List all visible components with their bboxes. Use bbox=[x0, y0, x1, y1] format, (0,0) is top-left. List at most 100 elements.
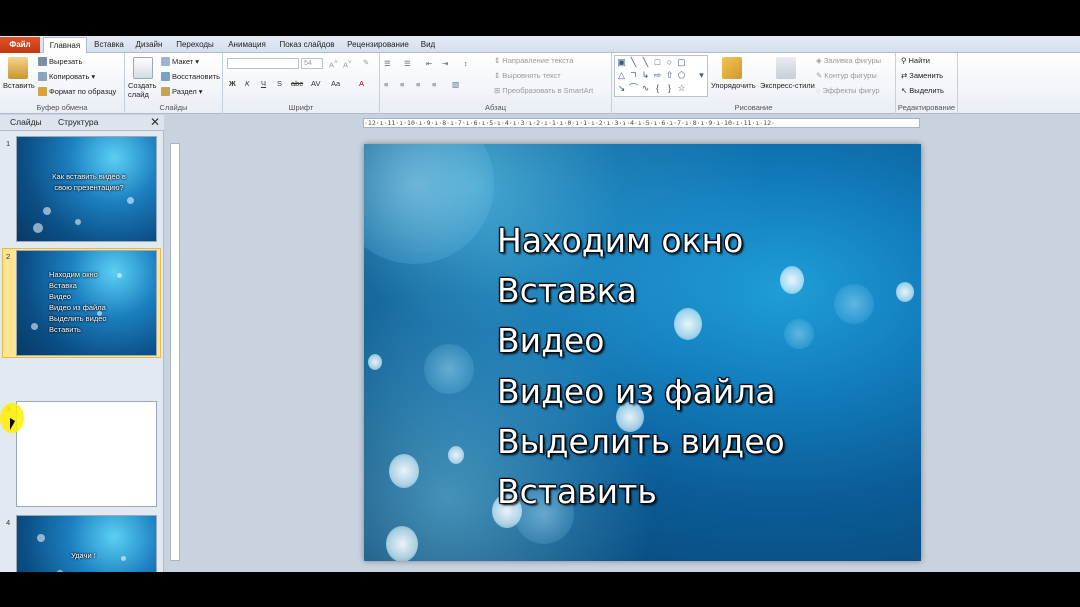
line-spacing-icon[interactable]: ↕ bbox=[464, 59, 468, 68]
smartart-icon: ⊞ bbox=[494, 86, 501, 95]
elbow-arrow-shape-icon[interactable]: ↳ bbox=[641, 71, 650, 80]
increase-indent-icon[interactable]: ⇥ bbox=[442, 59, 448, 68]
bullets-icon[interactable]: ☰ bbox=[384, 59, 391, 68]
star-shape-icon[interactable]: ☆ bbox=[677, 84, 686, 93]
format-painter-button[interactable]: Формат по образцу bbox=[38, 87, 116, 96]
slide-thumbnail-1[interactable]: Как вставить видео в свою презентацию? bbox=[16, 136, 157, 242]
arrow-line-shape-icon[interactable]: ╲ bbox=[641, 58, 650, 67]
right-brace-shape-icon[interactable]: } bbox=[665, 84, 674, 93]
smartart-button[interactable]: ⊞ Преобразовать в SmartArt bbox=[494, 86, 593, 95]
thumb-line: Находим окно bbox=[49, 270, 98, 279]
text-direction-label: Направление текста bbox=[502, 56, 574, 65]
shape-outline-button[interactable]: ✎ Контур фигуры bbox=[816, 71, 877, 80]
section-button[interactable]: Раздел ▾ bbox=[161, 87, 203, 96]
new-slide-button[interactable]: Создать слайд bbox=[128, 81, 160, 99]
vertical-ruler[interactable] bbox=[170, 143, 180, 561]
copy-button[interactable]: Копировать ▾ bbox=[38, 72, 95, 81]
underline-button[interactable]: Ч bbox=[261, 79, 266, 88]
chevron-down-icon: ▾ bbox=[198, 87, 203, 96]
tab-design[interactable]: Дизайн bbox=[132, 37, 166, 53]
numbering-icon[interactable]: ☰ bbox=[404, 59, 411, 68]
arc-shape-icon[interactable]: ⌒ bbox=[629, 84, 638, 93]
shapes-gallery[interactable]: ▣ ╲ ╲ □ ○ ▢ △ ㄱ ↳ ⇨ ⇧ ⬠ ↘ ⌒ ∿ { } ☆ ▾ bbox=[614, 55, 708, 97]
chevron-down-icon: ▾ bbox=[195, 57, 199, 66]
decrease-indent-icon[interactable]: ⇤ bbox=[426, 59, 432, 68]
arrange-icon bbox=[722, 57, 742, 79]
columns-icon[interactable]: ▥ bbox=[452, 80, 459, 89]
arrange-button[interactable]: Упорядочить bbox=[711, 81, 756, 90]
thumb-1-text: Как вставить видео в свою презентацию? bbox=[39, 171, 139, 193]
slide-text-line: Видео из файла bbox=[497, 371, 776, 411]
horizontal-ruler[interactable]: ·12·ı·11·ı·10·ı·9·ı·8·ı·7·ı·6·ı·5·ı·4·ı·… bbox=[363, 118, 920, 128]
shape-fill-button[interactable]: ◈ Заливка фигуры bbox=[816, 56, 881, 65]
bokeh-circle bbox=[424, 344, 474, 394]
up-arrow-shape-icon[interactable]: ⇧ bbox=[665, 71, 674, 80]
textbox-shape-icon[interactable]: ▣ bbox=[617, 58, 626, 67]
quick-styles-button[interactable]: Экспресс-стили bbox=[760, 81, 815, 90]
paste-button[interactable]: Вставить bbox=[3, 81, 35, 90]
line-shape-icon[interactable]: ╲ bbox=[629, 58, 638, 67]
text-direction-icon: ⇕ bbox=[494, 56, 501, 65]
shape-effects-button[interactable]: ◌ Эффекты фигур bbox=[816, 86, 880, 95]
curve-shape-icon[interactable]: ↘ bbox=[617, 84, 626, 93]
font-color-button[interactable]: A bbox=[359, 79, 364, 88]
select-button[interactable]: ↖ Выделить bbox=[901, 86, 944, 95]
pentagon-shape-icon[interactable]: ⬠ bbox=[677, 71, 686, 80]
align-text-button[interactable]: ⇕ Выровнять текст bbox=[494, 71, 561, 80]
more-shapes-icon[interactable]: ▾ bbox=[697, 71, 706, 80]
tab-view[interactable]: Вид bbox=[416, 37, 440, 53]
spacing-button[interactable]: AV bbox=[311, 79, 320, 88]
change-case-button[interactable]: Aa bbox=[331, 79, 340, 88]
clear-format-icon[interactable]: ✎ bbox=[363, 58, 369, 67]
align-center-icon[interactable]: ≡ bbox=[400, 80, 404, 89]
clipboard-group: Вставить Вырезать Копировать ▾ Формат по … bbox=[0, 53, 125, 114]
layout-button[interactable]: Макет ▾ bbox=[161, 57, 199, 66]
bokeh-dot bbox=[97, 311, 102, 316]
font-size-box[interactable]: 54 bbox=[301, 58, 323, 69]
close-icon[interactable]: ✕ bbox=[150, 115, 160, 129]
oval-shape-icon[interactable]: ○ bbox=[665, 58, 674, 67]
slide-canvas[interactable]: Находим окно Вставка Видео Видео из файл… bbox=[364, 144, 921, 561]
tab-file[interactable]: Файл bbox=[0, 37, 40, 53]
font-name-box[interactable] bbox=[227, 58, 299, 69]
find-button[interactable]: ⚲ Найти bbox=[901, 56, 930, 65]
tab-insert[interactable]: Вставка bbox=[92, 37, 126, 53]
bold-button[interactable]: Ж bbox=[229, 79, 236, 88]
slide-text-line: Видео bbox=[497, 321, 605, 361]
freeform-shape-icon[interactable]: ∿ bbox=[641, 84, 650, 93]
italic-button[interactable]: К bbox=[245, 79, 249, 88]
bokeh-circle bbox=[834, 284, 874, 324]
shrink-font-button[interactable]: A˅ bbox=[343, 59, 352, 70]
left-brace-shape-icon[interactable]: { bbox=[653, 84, 662, 93]
elbow-shape-icon[interactable]: ㄱ bbox=[629, 71, 638, 80]
replace-button[interactable]: ⇄ Заменить bbox=[901, 71, 943, 80]
drawing-group: ▣ ╲ ╲ □ ○ ▢ △ ㄱ ↳ ⇨ ⇧ ⬠ ↘ ⌒ ∿ { } ☆ ▾ Уп… bbox=[612, 53, 896, 114]
triangle-shape-icon[interactable]: △ bbox=[617, 71, 626, 80]
rounded-rect-shape-icon[interactable]: ▢ bbox=[677, 58, 686, 67]
slide-thumbnail-2[interactable]: Находим окно Вставка Видео Видео из файл… bbox=[16, 250, 157, 356]
tab-review[interactable]: Рецензирование bbox=[344, 37, 412, 53]
tab-transitions[interactable]: Переходы bbox=[172, 37, 218, 53]
align-right-icon[interactable]: ≡ bbox=[416, 80, 420, 89]
tab-outline[interactable]: Структура bbox=[58, 117, 98, 127]
justify-icon[interactable]: ≡ bbox=[432, 80, 436, 89]
smartart-label: Преобразовать в SmartArt bbox=[502, 86, 594, 95]
tab-slides[interactable]: Слайды bbox=[10, 117, 42, 127]
slide-thumbnail-3[interactable] bbox=[16, 401, 157, 507]
shadow-button[interactable]: S bbox=[277, 79, 282, 88]
slide-text-box[interactable]: Находим окно Вставка Видео Видео из файл… bbox=[497, 216, 785, 517]
thumb-line: Видео bbox=[49, 292, 71, 301]
right-arrow-shape-icon[interactable]: ⇨ bbox=[653, 71, 662, 80]
tab-home[interactable]: Главная bbox=[43, 37, 87, 54]
tab-slideshow[interactable]: Показ слайдов bbox=[276, 37, 338, 53]
slide-thumbnail-4[interactable]: Удачи ! bbox=[16, 515, 157, 572]
strikethrough-button[interactable]: abc bbox=[291, 79, 303, 88]
reset-button[interactable]: Восстановить bbox=[161, 72, 220, 81]
cut-button[interactable]: Вырезать bbox=[38, 57, 82, 66]
align-left-icon[interactable]: ≡ bbox=[384, 80, 388, 89]
tab-animation[interactable]: Анимация bbox=[224, 37, 270, 53]
grow-font-button[interactable]: A˄ bbox=[329, 59, 338, 70]
paragraph-group-label: Абзац bbox=[484, 103, 507, 112]
text-direction-button[interactable]: ⇕ Направление текста bbox=[494, 56, 573, 65]
rectangle-shape-icon[interactable]: □ bbox=[653, 58, 662, 67]
